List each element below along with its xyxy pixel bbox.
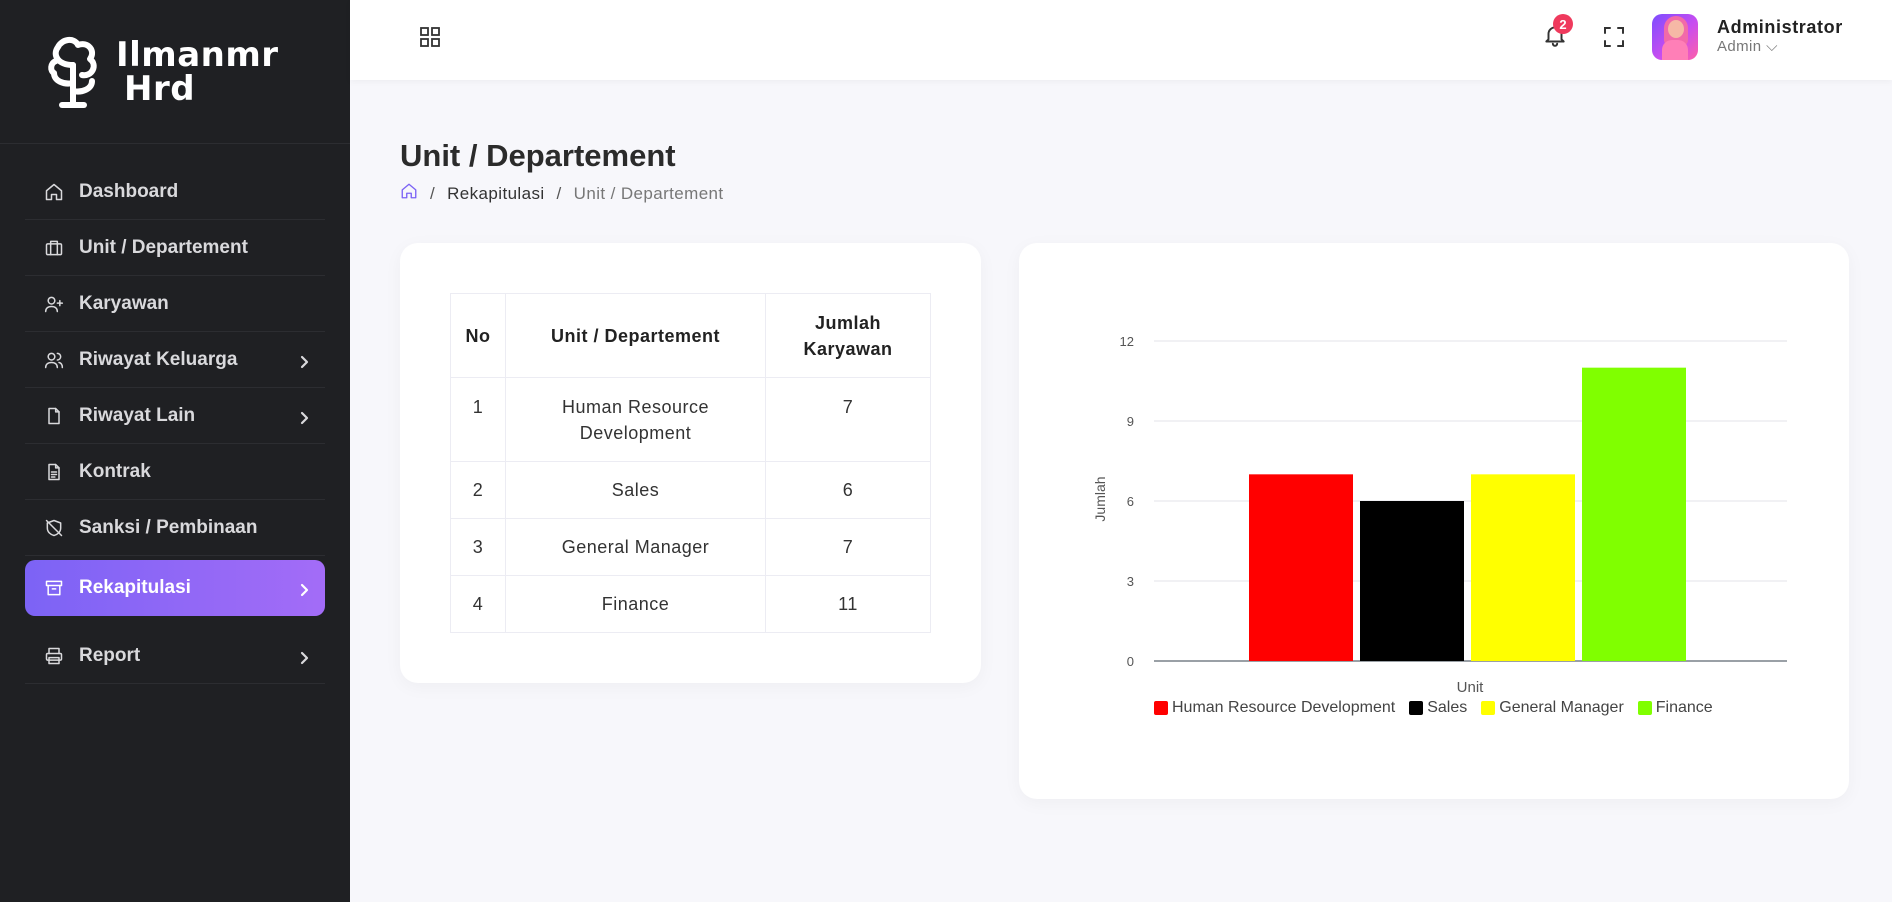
sidebar-item-unit-departement[interactable]: Unit / Departement	[25, 220, 325, 276]
legend-item[interactable]: Human Resource Development	[1154, 699, 1395, 717]
table-header-row: No Unit / Departement Jumlah Karyawan	[450, 293, 931, 378]
grid-menu-icon[interactable]	[418, 25, 442, 49]
sidebar-item-kontrak[interactable]: Kontrak	[25, 444, 325, 500]
page-title: Unit / Departement	[400, 138, 676, 173]
y-tick-label: 0	[1127, 654, 1134, 669]
legend-swatch	[1409, 701, 1424, 715]
notification-badge: 2	[1553, 14, 1573, 34]
sidebar-item-rekapitulasi[interactable]: Rekapitulasi	[25, 560, 325, 616]
y-tick-label: 6	[1127, 494, 1134, 509]
table-row: 4 Finance 11	[450, 575, 931, 633]
y-tick-label: 3	[1127, 574, 1134, 589]
cell-jumlah: 7	[765, 377, 931, 462]
sidebar-item-dashboard[interactable]: Dashboard	[25, 164, 325, 220]
cell-no: 3	[450, 518, 506, 576]
legend-label: General Manager	[1499, 699, 1624, 716]
legend-item[interactable]: General Manager	[1481, 699, 1624, 717]
breadcrumb: / Rekapitulasi / Unit / Departement	[400, 182, 724, 205]
sidebar-item-karyawan[interactable]: Karyawan	[25, 276, 325, 332]
legend-swatch	[1481, 701, 1496, 715]
sidebar-item-riwayat-keluarga[interactable]: Riwayat Keluarga	[25, 332, 325, 388]
summary-table-card: No Unit / Departement Jumlah Karyawan 1 …	[400, 243, 981, 683]
x-axis-label: Unit	[1457, 679, 1485, 696]
bar-sales	[1360, 501, 1464, 661]
cell-unit: General Manager	[505, 518, 766, 576]
legend-label: Human Resource Development	[1172, 699, 1396, 716]
cell-no: 4	[450, 575, 506, 633]
sidebar-menu: Dashboard Unit / Departement Karyawan Ri…	[0, 144, 350, 684]
chevron-right-icon	[297, 649, 311, 664]
header-unit: Unit / Departement	[505, 293, 766, 378]
header-jumlah: Jumlah Karyawan	[765, 293, 931, 378]
sidebar-item-sanksi-pembinaan[interactable]: Sanksi / Pembinaan	[25, 500, 325, 556]
sidebar-item-label: Karyawan	[79, 292, 169, 314]
avatar[interactable]	[1652, 14, 1698, 60]
printer-icon	[43, 645, 65, 667]
sidebar-item-label: Sanksi / Pembinaan	[79, 516, 258, 538]
chevron-right-icon	[297, 353, 311, 368]
bar-finance	[1582, 367, 1686, 661]
y-axis-label: Jumlah	[1092, 476, 1108, 521]
file-icon	[43, 405, 65, 427]
brand-line-1: Ilmanmr	[116, 34, 279, 75]
table-row: 1 Human Resource Development 7	[450, 377, 931, 462]
chevron-right-icon	[297, 409, 311, 424]
cell-jumlah: 7	[765, 518, 931, 576]
cell-unit: Human Resource Development	[505, 377, 766, 462]
bar-chart-card: 0 3 6 9 12 Jumlah Unit Human Resource Developm…	[1019, 243, 1849, 799]
tree-logo-icon	[48, 36, 97, 108]
user-plus-icon	[43, 293, 65, 315]
sidebar-item-label: Kontrak	[79, 460, 151, 482]
sidebar-item-label: Unit / Departement	[79, 236, 248, 258]
breadcrumb-section[interactable]: Rekapitulasi	[447, 184, 544, 204]
cell-no: 1	[450, 377, 506, 462]
users-icon	[43, 349, 65, 371]
chart-legend: Human Resource Development Sales General M…	[1154, 699, 1727, 717]
bar-human-resource-development	[1249, 474, 1353, 661]
y-tick-label: 12	[1120, 334, 1134, 349]
sidebar-item-label: Riwayat Keluarga	[79, 348, 238, 370]
archive-icon	[43, 577, 65, 599]
sidebar-item-label: Riwayat Lain	[79, 404, 196, 426]
sidebar-item-label: Dashboard	[79, 180, 179, 202]
cell-unit: Sales	[505, 461, 766, 519]
user-name: Administrator	[1717, 17, 1843, 37]
sidebar-item-label: Rekapitulasi	[79, 577, 191, 598]
home-icon	[43, 181, 65, 203]
legend-swatch	[1154, 701, 1168, 715]
legend-label: Finance	[1655, 699, 1713, 716]
user-role-dropdown[interactable]: Admin ⌵	[1717, 38, 1778, 55]
legend-item[interactable]: Finance	[1637, 699, 1713, 717]
summary-table: No Unit / Departement Jumlah Karyawan 1 …	[450, 293, 931, 633]
brand-name: Ilmanmr Hrd	[116, 38, 279, 106]
legend-swatch	[1637, 701, 1652, 715]
chevron-right-icon	[297, 581, 311, 597]
cell-jumlah: 11	[765, 575, 931, 633]
legend-item[interactable]: Sales	[1409, 699, 1467, 717]
sidebar-item-label: Report	[79, 644, 141, 666]
briefcase-icon	[43, 237, 65, 259]
bar-general-manager	[1471, 474, 1575, 661]
y-tick-label: 9	[1127, 414, 1134, 429]
table-row: 2 Sales 6	[450, 461, 931, 519]
table-row: 3 General Manager 7	[450, 518, 931, 576]
cell-no: 2	[450, 461, 506, 519]
cell-jumlah: 6	[765, 461, 931, 519]
legend-label: Sales	[1427, 699, 1468, 716]
header-no: No	[450, 293, 506, 378]
sidebar: Ilmanmr Hrd Dashboard Unit / Departement…	[0, 0, 350, 902]
brand[interactable]: Ilmanmr Hrd	[0, 0, 350, 144]
home-icon[interactable]	[400, 182, 418, 205]
file-text-icon	[43, 461, 65, 483]
sidebar-item-report[interactable]: Report	[25, 628, 325, 684]
fullscreen-icon[interactable]	[1602, 25, 1626, 49]
breadcrumb-current: Unit / Departement	[573, 183, 724, 203]
shield-off-icon	[43, 517, 65, 539]
top-header: 2 Administrator Admin ⌵	[350, 0, 1892, 80]
brand-line-2: Hrd	[124, 68, 196, 109]
sidebar-item-riwayat-lain[interactable]: Riwayat Lain	[25, 388, 325, 444]
cell-unit: Finance	[505, 575, 766, 633]
